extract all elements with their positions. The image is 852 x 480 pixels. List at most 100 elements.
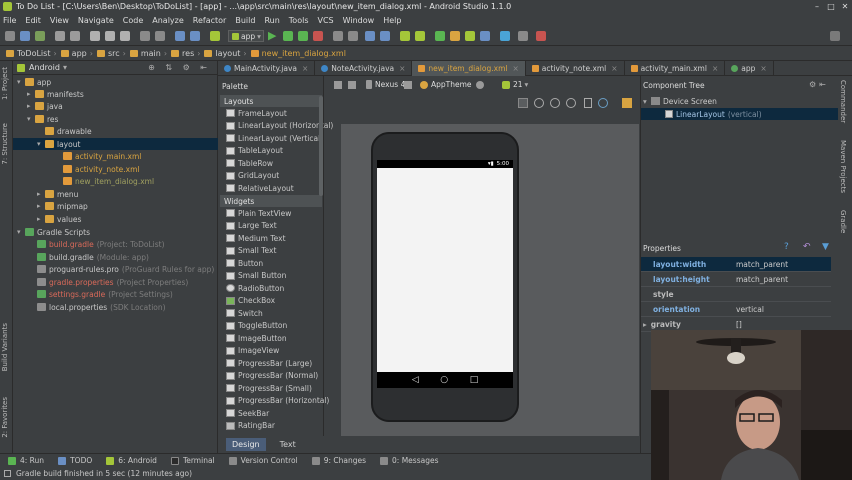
build-variants-tool-tab[interactable]: Build Variants: [1, 323, 9, 371]
tab-main-activity-java[interactable]: MainActivity.java ×: [218, 61, 316, 76]
menu-view[interactable]: View: [50, 16, 69, 25]
tab-text[interactable]: Text: [274, 438, 302, 451]
breadcrumb-item[interactable]: ToDoList ›: [6, 49, 57, 58]
make-project-icon[interactable]: [210, 31, 220, 41]
layout-preview[interactable]: [377, 168, 513, 372]
sdk-icon[interactable]: [500, 31, 510, 41]
sync-icon[interactable]: [35, 31, 45, 41]
tree-item-new-item-dialog-xml[interactable]: new_item_dialog.xml: [13, 175, 218, 187]
maven-tool-tab[interactable]: Maven Projects: [839, 140, 847, 193]
attach-debugger-icon[interactable]: [298, 31, 308, 41]
help-icon[interactable]: [518, 31, 528, 41]
avd-manager-icon[interactable]: [400, 31, 410, 41]
close-icon[interactable]: ×: [399, 64, 405, 73]
breadcrumb-item[interactable]: new_item_dialog.xml: [250, 49, 346, 58]
palette-item[interactable]: Plain TextView: [226, 207, 291, 220]
palette-item[interactable]: ProgressBar (Small): [226, 382, 312, 395]
undo-icon[interactable]: ↶: [803, 242, 811, 252]
zoom-in-icon[interactable]: [550, 98, 560, 108]
locale-globe-icon[interactable]: [476, 81, 484, 89]
android-device-icon[interactable]: [465, 31, 475, 41]
palette-group-widgets[interactable]: Widgets: [220, 195, 322, 207]
paste-icon[interactable]: [120, 31, 130, 41]
bug-report-icon[interactable]: [536, 31, 546, 41]
palette-item[interactable]: ToggleButton: [226, 320, 287, 333]
forward-icon[interactable]: [190, 31, 200, 41]
replace-icon[interactable]: [155, 31, 165, 41]
tree-item-local-properties[interactable]: local.properties (SDK Location): [13, 301, 218, 313]
tab-activity-main-xml[interactable]: activity_main.xml ×: [625, 61, 726, 76]
warnings-icon[interactable]: [622, 98, 632, 108]
monitor-icon[interactable]: [450, 31, 460, 41]
tree-item-layout[interactable]: ▾ layout: [13, 138, 218, 150]
theme-select[interactable]: AppTheme: [420, 80, 472, 89]
palette-item[interactable]: Button: [226, 257, 263, 270]
tree-item-gradle-scripts[interactable]: ▾ Gradle Scripts: [13, 226, 218, 238]
palette-item[interactable]: Medium Text: [226, 232, 286, 245]
tree-item-build-gradle-project[interactable]: build.gradle (Project: ToDoList): [13, 238, 218, 250]
menu-code[interactable]: Code: [123, 16, 143, 25]
project-view-select[interactable]: Android: [29, 63, 60, 72]
breadcrumb-item[interactable]: layout ›: [204, 49, 247, 58]
filter-icon[interactable]: ▼: [822, 242, 829, 252]
maximize-button[interactable]: □: [824, 0, 838, 13]
property-row-layout-width[interactable]: layout:width match_parent: [641, 257, 831, 272]
project-structure-icon[interactable]: [333, 31, 343, 41]
version-control-tool-button[interactable]: Version Control: [228, 456, 298, 465]
menu-navigate[interactable]: Navigate: [78, 16, 114, 25]
sdk-manager-icon[interactable]: [415, 31, 425, 41]
close-icon[interactable]: ×: [760, 64, 766, 73]
menu-window[interactable]: Window: [343, 16, 375, 25]
palette-item[interactable]: ImageButton: [226, 332, 287, 345]
refresh-icon[interactable]: [598, 98, 608, 108]
settings-icon[interactable]: [348, 31, 358, 41]
palette-item[interactable]: LinearLayout (Horizontal): [226, 120, 333, 133]
palette-toggle-icon[interactable]: [334, 81, 342, 89]
palette-item[interactable]: RelativeLayout: [226, 182, 294, 195]
menu-help[interactable]: Help: [383, 16, 401, 25]
search-everywhere-icon[interactable]: [830, 31, 840, 41]
find-icon[interactable]: [140, 31, 150, 41]
tab-new-item-dialog-xml[interactable]: new_item_dialog.xml ×: [412, 61, 526, 76]
property-row-style[interactable]: style: [641, 287, 831, 302]
project-tool-tab[interactable]: 1: Project: [1, 67, 9, 100]
tree-item-java[interactable]: ▸ java: [13, 100, 218, 112]
zoom-actual-icon[interactable]: [518, 98, 528, 108]
breadcrumb-item[interactable]: src ›: [96, 49, 126, 58]
palette-item[interactable]: Large Text: [226, 220, 277, 233]
tree-item-values[interactable]: ▸ values: [13, 213, 218, 225]
palette-item[interactable]: RadioButton: [226, 282, 284, 295]
palette-item[interactable]: TableLayout: [226, 145, 283, 158]
property-row-layout-height[interactable]: layout:height match_parent: [641, 272, 831, 287]
palette-item[interactable]: CheckBox: [226, 295, 275, 308]
palette-item[interactable]: Switch: [226, 307, 263, 320]
menu-edit[interactable]: Edit: [25, 16, 41, 25]
palette-item[interactable]: ProgressBar (Horizontal): [226, 395, 329, 408]
panel-options-icon[interactable]: ⊕ ⇅ ⚙ ⇤: [148, 63, 211, 72]
zoom-fit-icon[interactable]: [534, 98, 544, 108]
tree-item-proguard-rules[interactable]: proguard-rules.pro (ProGuard Rules for ap…: [13, 263, 218, 275]
close-icon[interactable]: ×: [712, 64, 718, 73]
tree-item-settings-gradle[interactable]: settings.gradle (Project Settings): [13, 288, 218, 300]
tab-app[interactable]: app ×: [725, 61, 774, 76]
property-row-orientation[interactable]: orientation vertical: [641, 302, 831, 317]
terminal-tool-button[interactable]: Terminal: [170, 456, 215, 465]
tree-item-app[interactable]: ▾ app: [13, 76, 218, 88]
tab-note-activity-java[interactable]: NoteActivity.java ×: [315, 61, 413, 76]
screen-icon[interactable]: [348, 81, 356, 89]
minimize-button[interactable]: –: [810, 0, 824, 13]
copy-icon[interactable]: [105, 31, 115, 41]
palette-item[interactable]: FrameLayout: [226, 107, 287, 120]
open-folder-icon[interactable]: [5, 31, 15, 41]
run-tool-button[interactable]: 4: Run: [8, 456, 44, 465]
menu-file[interactable]: File: [3, 16, 16, 25]
close-icon[interactable]: ×: [512, 64, 518, 73]
menu-tools[interactable]: Tools: [289, 16, 309, 25]
save-icon[interactable]: [20, 31, 30, 41]
tree-node-device-screen[interactable]: ▾ Device Screen: [641, 95, 852, 107]
structure-icon[interactable]: [480, 31, 490, 41]
menu-run[interactable]: Run: [264, 16, 279, 25]
tree-item-activity-note-xml[interactable]: activity_note.xml: [13, 163, 218, 175]
tree-item-build-gradle-module[interactable]: build.gradle (Module: app): [13, 251, 218, 263]
screenshot-icon[interactable]: [584, 98, 592, 108]
